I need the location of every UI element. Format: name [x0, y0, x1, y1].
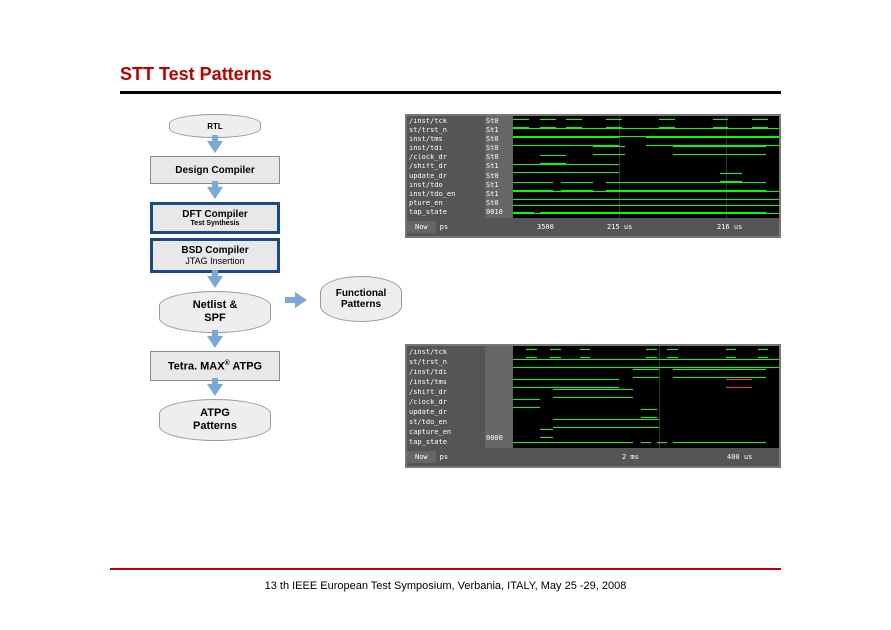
- bsd-compiler-sub: JTAG Insertion: [185, 256, 244, 266]
- arrow-down-icon: [207, 384, 223, 396]
- wave-now-label: Now: [415, 453, 428, 461]
- signal-value: 0010: [485, 209, 513, 216]
- slide: STT Test Patterns RTL Design Compiler DF…: [0, 0, 891, 630]
- netlist-cylinder: Netlist & SPF: [159, 291, 271, 333]
- waveform-top: /inst/tck st/trst_n inst/tms inst/tdi/clock…: [405, 114, 781, 238]
- arrow-down-icon: [207, 336, 223, 348]
- tetramax-label: Tetra. MAX® ATPG: [168, 360, 262, 373]
- signal-name: /shift_dr: [407, 163, 485, 170]
- wave-now-label: Now: [415, 223, 428, 231]
- footer-rule: [110, 568, 781, 570]
- signal-name: /inst/tck: [407, 349, 485, 356]
- waveform-bottom-signal-names: /inst/tck st/trst_n/inst/tdi/inst/tms/shi…: [407, 346, 485, 448]
- title-block: STT Test Patterns: [120, 60, 781, 94]
- tetramax-name: Tetra. MAX: [168, 360, 225, 372]
- title-underline: [120, 91, 781, 94]
- signal-value: St1: [485, 127, 513, 134]
- atpg-patterns-cylinder: ATPG Patterns: [159, 399, 271, 441]
- waveform-top-signal-names: /inst/tck st/trst_n inst/tms inst/tdi/clock…: [407, 116, 485, 218]
- waveform-top-timebar: Now ps 3500 215 us 216 us: [407, 218, 779, 236]
- signal-name: tap_state: [407, 209, 485, 216]
- signal-value: St0: [485, 136, 513, 143]
- signal-name: tap_state: [407, 439, 485, 446]
- signal-value: St1: [485, 182, 513, 189]
- signal-value: 0000: [485, 435, 513, 442]
- atpg-label: ATPG Patterns: [193, 407, 237, 432]
- signal-name: /shift_dr: [407, 389, 485, 396]
- wave-tick: 215 us: [607, 223, 632, 231]
- tetramax-box: Tetra. MAX® ATPG: [150, 351, 280, 381]
- signal-name: inst/tdo_en: [407, 191, 485, 198]
- functional-patterns-label: Functional Patterns: [336, 288, 387, 310]
- signal-name: /clock_dr: [407, 399, 485, 406]
- footer-text: 13 th IEEE European Test Symposium, Verb…: [0, 580, 891, 592]
- signal-value: St0: [485, 173, 513, 180]
- waveform-top-signal-values: St0 St1 St0 St0 St0 St1 St0 St1 St1 St0 0010: [485, 116, 513, 218]
- signal-name: inst/tdo: [407, 182, 485, 189]
- signal-name: st/trst_n: [407, 127, 485, 134]
- signal-value: St0: [485, 118, 513, 125]
- signal-name: /inst/tms: [407, 379, 485, 386]
- netlist-label: Netlist & SPF: [193, 299, 238, 324]
- signal-name: st/trst_n: [407, 359, 485, 366]
- content-area: RTL Design Compiler DFT Compiler Test Sy…: [130, 114, 781, 554]
- signal-name: /clock_dr: [407, 154, 485, 161]
- functional-patterns-cylinder: Functional Patterns: [320, 276, 402, 322]
- waveform-bottom-timebar: Now ps 2 ms 400 us: [407, 448, 779, 466]
- wave-tick: 216 us: [717, 223, 742, 231]
- wave-now-val: ps: [440, 223, 448, 231]
- design-compiler-box: Design Compiler: [150, 156, 280, 184]
- arrow-down-icon: [207, 141, 223, 153]
- arrow-down-icon: [207, 276, 223, 288]
- slide-title: STT Test Patterns: [120, 60, 781, 89]
- dft-compiler-box: DFT Compiler Test Synthesis: [150, 202, 280, 234]
- flow-column: RTL Design Compiler DFT Compiler Test Sy…: [130, 114, 300, 441]
- signal-name: update_dr: [407, 173, 485, 180]
- signal-value: St1: [485, 191, 513, 198]
- dft-compiler-sub: Test Synthesis: [191, 220, 240, 227]
- signal-name: update_dr: [407, 409, 485, 416]
- signal-name: capture_en: [407, 429, 485, 436]
- dft-compiler-label: DFT Compiler: [182, 209, 248, 220]
- signal-name: inst/tms: [407, 136, 485, 143]
- signal-name: /inst/tck: [407, 118, 485, 125]
- wave-tick: 2 ms: [622, 453, 639, 461]
- signal-name: inst/tdi: [407, 145, 485, 152]
- bsd-compiler-box: BSD Compiler JTAG Insertion: [150, 238, 280, 273]
- waveform-bottom-signal-values: 0000: [485, 346, 513, 448]
- waveform-bottom: /inst/tck st/trst_n/inst/tdi/inst/tms/shi…: [405, 344, 781, 468]
- signal-name: /inst/tdi: [407, 369, 485, 376]
- waveform-top-scope: [513, 116, 779, 218]
- signal-value: St0: [485, 145, 513, 152]
- arrow-right-icon: [295, 292, 307, 308]
- signal-value: St0: [485, 154, 513, 161]
- signal-value: St1: [485, 163, 513, 170]
- wave-tick: 400 us: [727, 453, 752, 461]
- bsd-compiler-label: BSD Compiler: [181, 245, 248, 256]
- wave-now-val: ps: [440, 453, 448, 461]
- signal-value: St0: [485, 200, 513, 207]
- waveform-bottom-scope: [513, 346, 779, 448]
- signal-name: pture_en: [407, 200, 485, 207]
- arrow-down-icon: [207, 187, 223, 199]
- tetramax-tail: ATPG: [230, 360, 262, 372]
- wave-tick: 3500: [537, 223, 554, 231]
- signal-name: st/tdo_en: [407, 419, 485, 426]
